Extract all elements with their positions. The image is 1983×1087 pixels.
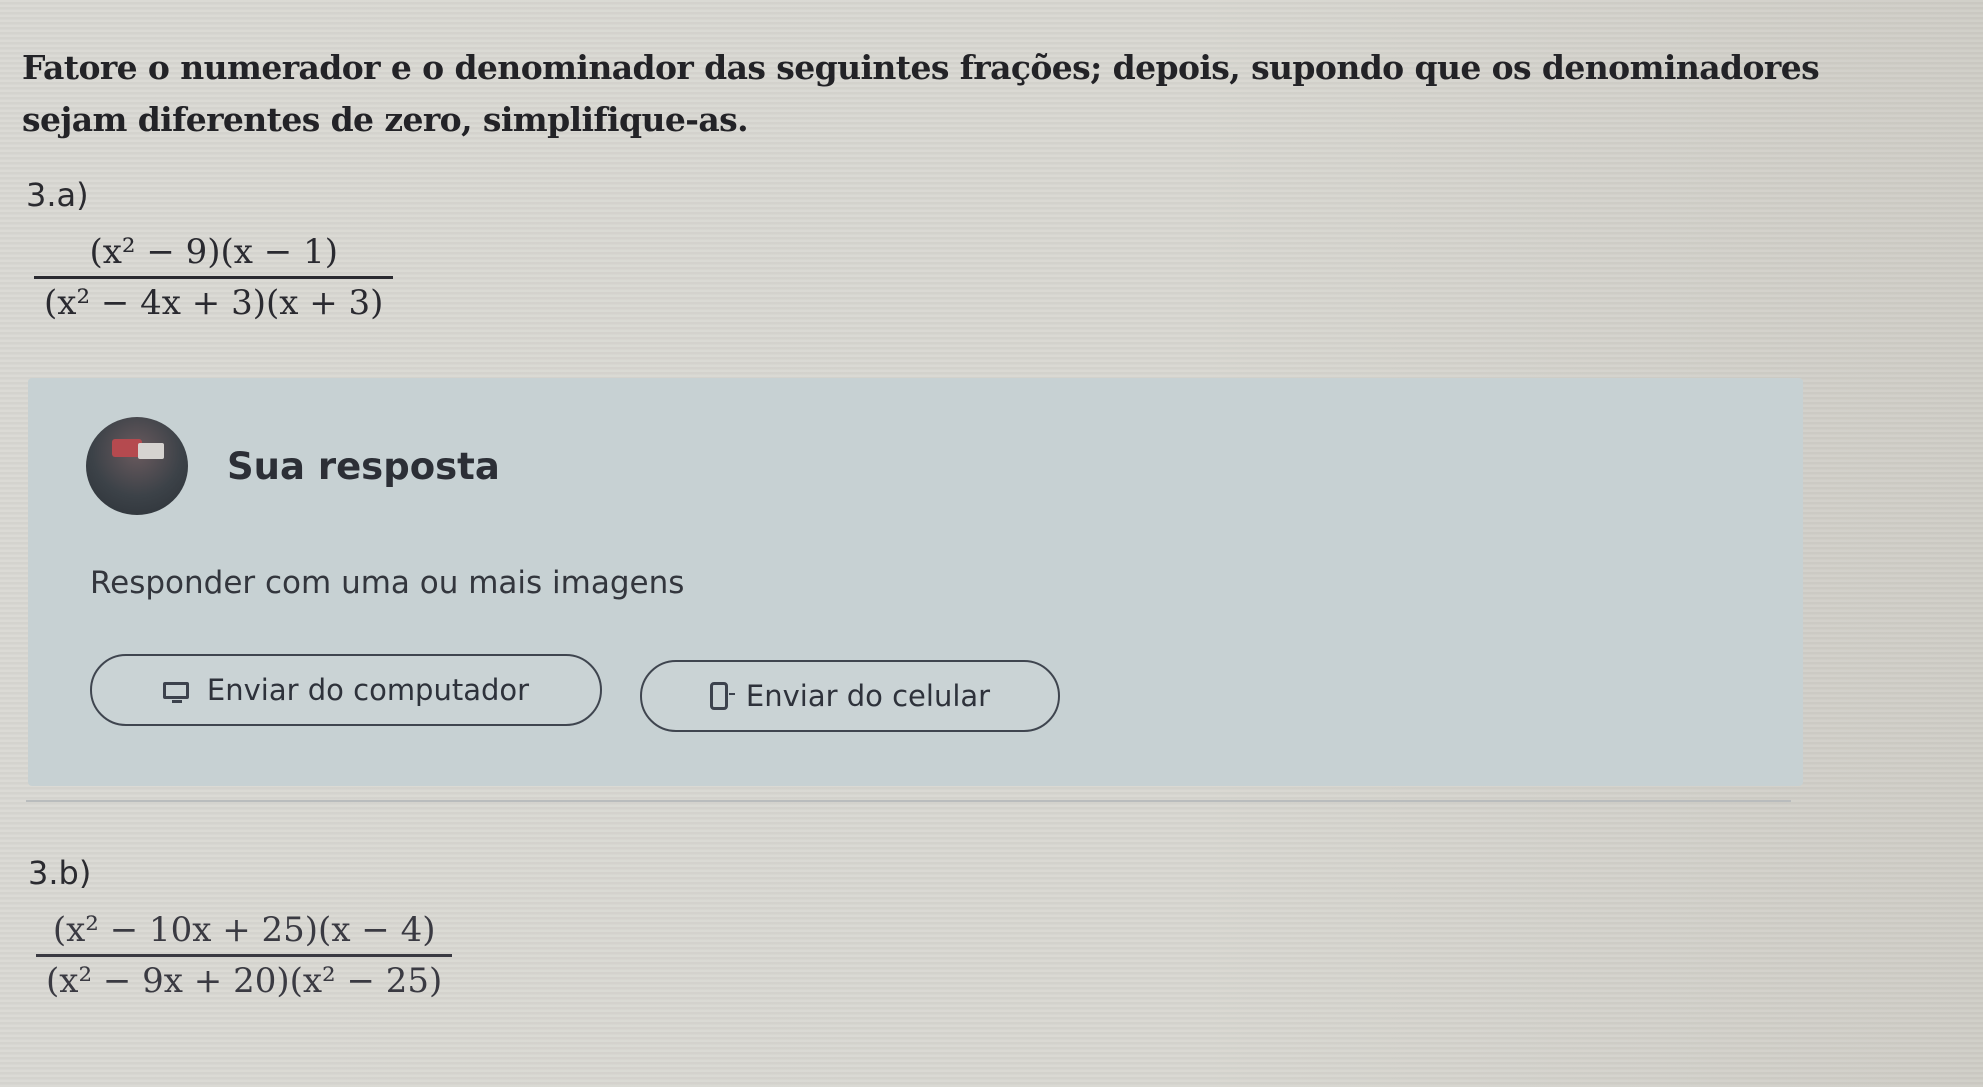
upload-from-phone-button[interactable]: Enviar do celular (640, 660, 1060, 732)
monitor-icon (162, 681, 189, 703)
instructions-text: Fatore o numerador e o denominador das s… (22, 48, 1820, 139)
question-b-fraction: (x² − 10x + 25)(x − 4) (x² − 9x + 20)(x²… (36, 910, 453, 1001)
divider (26, 800, 1791, 802)
upload-from-computer-label: Enviar do computador (206, 673, 530, 707)
question-a-numerator: (x² − 9)(x − 1) (89, 232, 338, 272)
phone-icon (709, 682, 735, 710)
answer-panel-subtitle: Responder com uma ou mais imagens (90, 565, 685, 601)
question-b-denominator: (x² − 9x + 20)(x² − 25) (46, 961, 443, 1001)
question-b-label: 3.b) (28, 854, 92, 892)
question-b-numerator: (x² − 10x + 25)(x − 4) (52, 910, 436, 950)
upload-from-computer-button[interactable]: Enviar do computador (90, 654, 602, 726)
question-a-denominator: (x² − 4x + 3)(x + 3) (44, 283, 384, 323)
avatar (86, 417, 188, 515)
answer-panel-title: Sua resposta (227, 445, 500, 488)
question-a-label: 3.a) (26, 176, 89, 214)
question-a-fraction: (x² − 9)(x − 1) (x² − 4x + 3)(x + 3) (34, 232, 394, 323)
upload-from-phone-label: Enviar do celular (745, 679, 991, 713)
